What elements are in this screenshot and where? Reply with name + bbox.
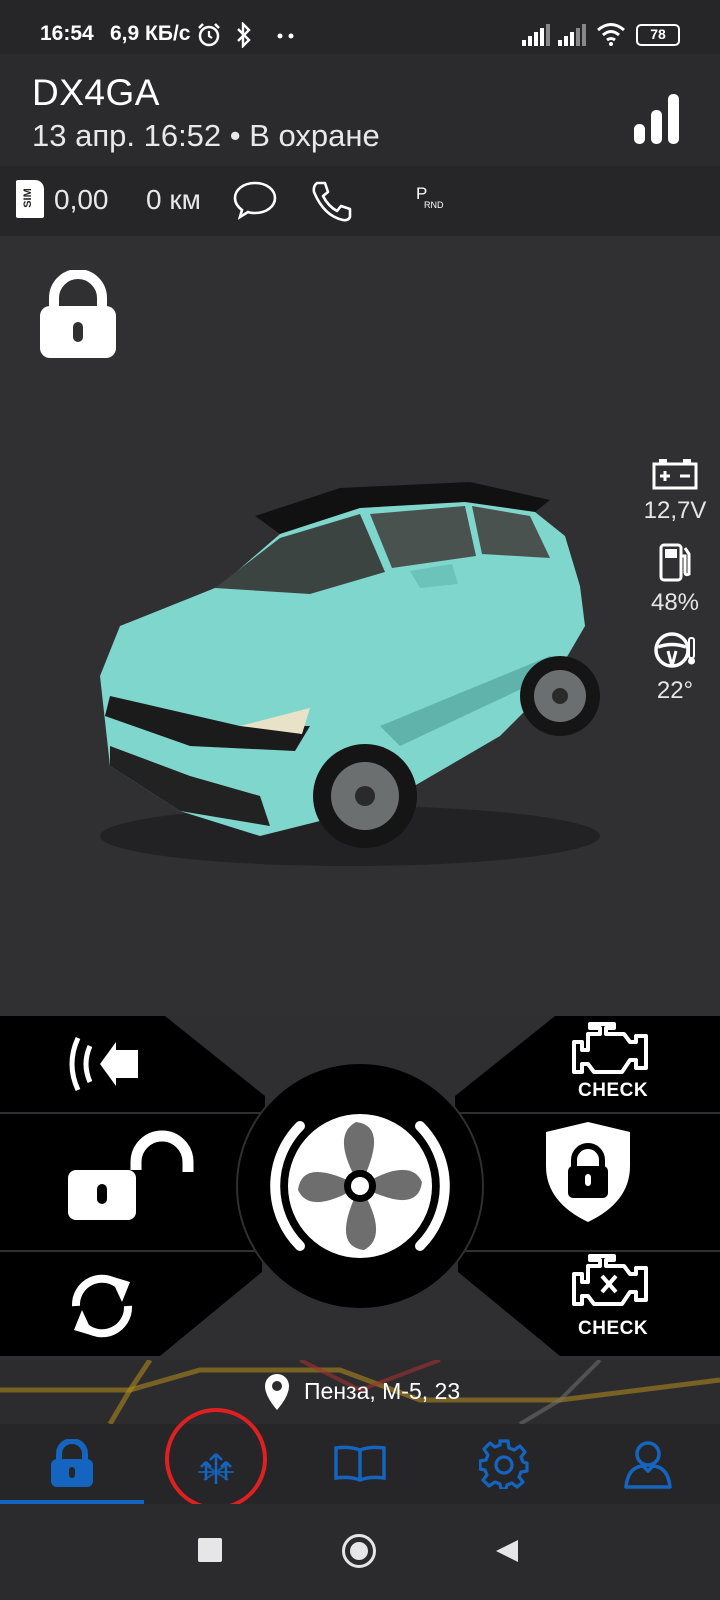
engine-temperature-icon [654, 632, 695, 668]
lock-icon [51, 1439, 93, 1487]
gsm-signal-icon[interactable] [634, 94, 680, 144]
message-icon[interactable] [232, 180, 278, 220]
bottom-tab-bar [0, 1424, 720, 1504]
battery-icon: 78 [636, 24, 680, 46]
temperature-sensor: 22° [630, 630, 720, 705]
location-address: Пенза, М-5, 23 [304, 1378, 461, 1404]
status-bar: 16:54 6,9 КБ/с 78 [0, 0, 720, 54]
refresh-button[interactable] [40, 1256, 190, 1352]
phone-icon[interactable] [310, 180, 354, 222]
shield-lock-icon [546, 1122, 630, 1222]
tab-journal[interactable] [288, 1424, 432, 1504]
sim-balance[interactable]: 0,00 [54, 184, 109, 216]
fan-icon [270, 1114, 450, 1258]
battery-level: 78 [650, 26, 666, 42]
car-view: 12,7V 48% 22° [0, 236, 720, 1016]
mileage: 0 км [146, 184, 201, 215]
alarm-icon [198, 23, 220, 47]
battery-sensor: 12,7V [630, 458, 720, 525]
check-label-top: CHECK [578, 1080, 649, 1101]
app-header: DX4GA 13 апр. 16:52 • В охране [0, 54, 720, 166]
control-panel: CHECK CHECK [0, 1016, 720, 1360]
signal-icon [522, 24, 550, 46]
engine-temperature: 22° [656, 677, 694, 704]
gear-icon [479, 1439, 529, 1489]
sim-icon: SIM [16, 180, 44, 218]
engine-error-button[interactable]: CHECK [540, 1254, 700, 1354]
check-label-bottom: CHECK [578, 1318, 649, 1339]
book-icon [334, 1445, 386, 1482]
location-bar[interactable]: Пенза, М-5, 23 [0, 1360, 720, 1424]
car-battery-icon [652, 459, 698, 490]
system-nav-bar [0, 1504, 720, 1600]
info-bar: SIM 0,00 0 км P RND [0, 166, 720, 236]
sim-label: SIM [21, 188, 34, 208]
fuel-level: 48% [650, 589, 700, 616]
tab-settings[interactable] [432, 1424, 576, 1504]
car-name[interactable]: DX4GA [32, 72, 160, 114]
status-speed: 6,9 КБ/с [110, 22, 191, 45]
status-time: 16:54 [40, 22, 94, 45]
car-status: 13 апр. 16:52 • В охране [32, 118, 380, 153]
engine-check-icon [572, 1022, 648, 1074]
user-icon [624, 1441, 672, 1489]
battery-voltage: 12,7V [643, 497, 707, 524]
signal-icon [558, 24, 586, 46]
gearbox-icon[interactable]: P RND [416, 184, 446, 218]
bluetooth-icon [237, 22, 251, 48]
location-pin-icon [265, 1374, 289, 1410]
engine-error-icon [572, 1254, 648, 1306]
refresh-icon [71, 1274, 133, 1338]
car-image [100, 482, 600, 866]
home-button-dot [350, 1542, 368, 1560]
more-dots-icon [277, 33, 294, 39]
highlight-annotation-circle [165, 1408, 267, 1510]
fuel-sensor: 48% [630, 542, 720, 617]
recent-apps-button[interactable] [198, 1538, 222, 1562]
siren-icon [69, 1036, 138, 1092]
gear-label-bottom: RND [424, 200, 444, 210]
locked-status-icon [40, 270, 116, 358]
engine-start-button[interactable] [236, 1062, 484, 1310]
siren-button[interactable] [40, 1026, 190, 1106]
unlock-icon [68, 1130, 194, 1220]
tab-profile[interactable] [576, 1424, 720, 1504]
home-button[interactable] [342, 1534, 376, 1568]
tab-security[interactable] [0, 1424, 144, 1504]
unlock-button[interactable] [40, 1120, 210, 1244]
back-button[interactable] [494, 1538, 520, 1564]
engine-check-button[interactable]: CHECK [540, 1022, 700, 1108]
wifi-icon [597, 23, 625, 46]
fuel-icon [659, 543, 691, 582]
arm-button[interactable] [520, 1116, 670, 1246]
